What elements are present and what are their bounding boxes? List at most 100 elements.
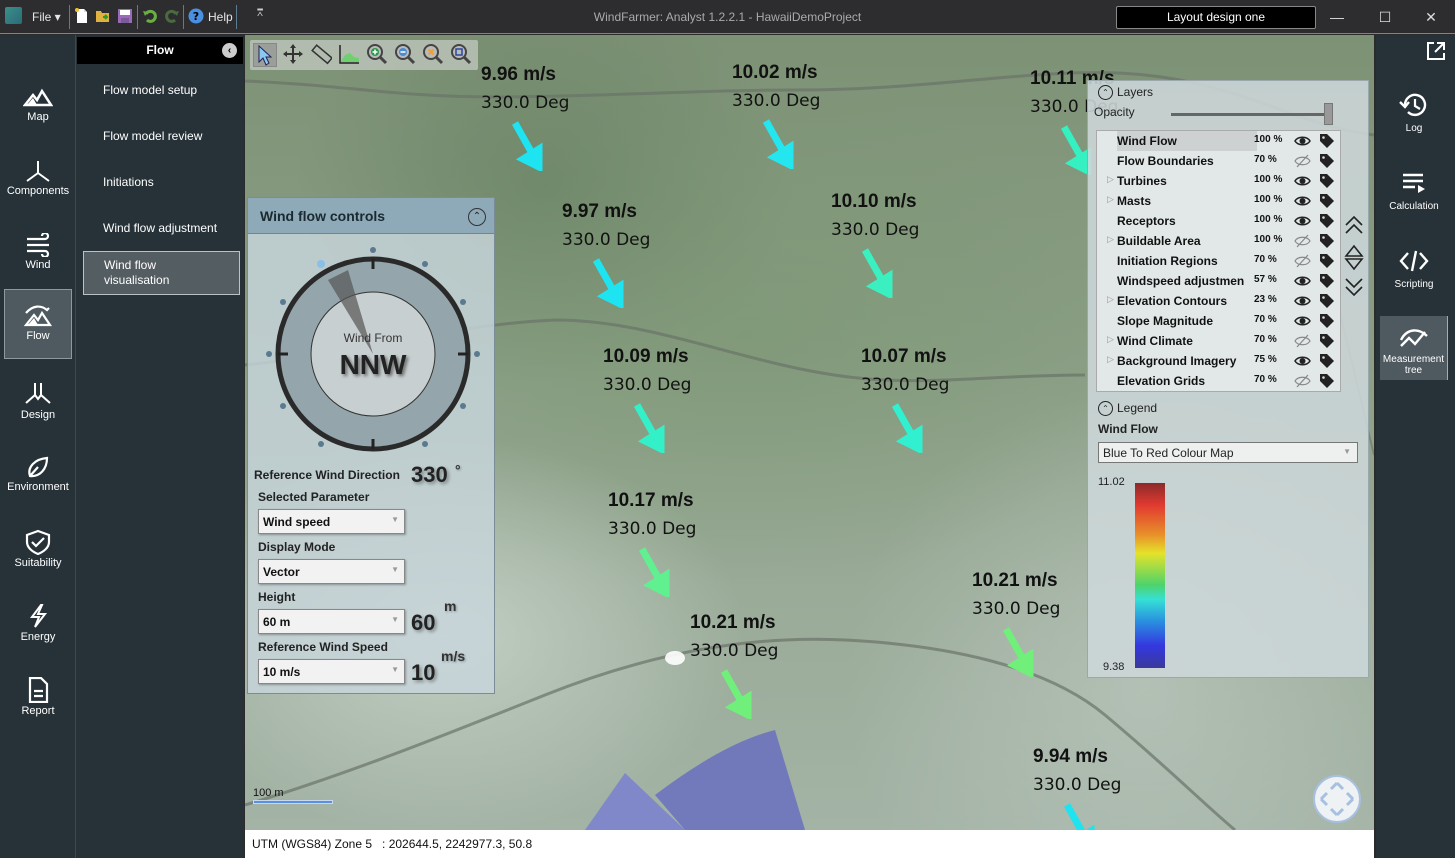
flow-item-model-review[interactable]: Flow model review — [83, 121, 240, 152]
layer-opacity[interactable]: 100 % — [1254, 134, 1286, 145]
layer-row[interactable]: ▷ Buildable Area 100 % — [1097, 231, 1340, 251]
layer-opacity[interactable]: 70 % — [1254, 314, 1286, 325]
layer-opacity[interactable]: 70 % — [1254, 334, 1286, 345]
wind-direction-compass[interactable]: Wind From NNW — [266, 240, 480, 454]
profile-tool[interactable] — [337, 43, 361, 67]
layer-row[interactable]: ▷ Wind Climate 70 % — [1097, 331, 1340, 351]
zoom-out-tool[interactable] — [393, 43, 417, 67]
layer-row[interactable]: ▷ Masts 100 % — [1097, 191, 1340, 211]
eye-icon[interactable] — [1294, 134, 1311, 148]
nav-map[interactable]: Map — [4, 77, 72, 147]
eye-icon[interactable] — [1294, 314, 1311, 328]
eye-icon[interactable] — [1294, 174, 1311, 188]
undo-icon[interactable] — [142, 8, 158, 24]
move-down-icon[interactable] — [1343, 255, 1365, 275]
file-menu[interactable]: File ▾ — [32, 10, 61, 24]
expand-icon[interactable]: ▷ — [1107, 334, 1114, 345]
customize-toolbar-icon[interactable]: ⩞ — [257, 8, 263, 19]
nav-suitability[interactable]: Suitability — [4, 521, 72, 591]
flow-item-initiations[interactable]: Initiations — [83, 167, 240, 198]
expand-icon[interactable]: ▷ — [1107, 194, 1114, 205]
layer-opacity[interactable]: 75 % — [1254, 354, 1286, 365]
collapse-legend-button[interactable]: ⌃ — [1098, 401, 1113, 417]
layer-opacity[interactable]: 100 % — [1254, 174, 1286, 185]
layer-opacity[interactable]: 100 % — [1254, 234, 1286, 245]
label-tag-icon[interactable] — [1319, 313, 1335, 329]
reference-wind-speed-dropdown[interactable]: 10 m/s ▼ — [258, 659, 405, 684]
opacity-slider-thumb[interactable] — [1324, 103, 1333, 125]
layer-opacity[interactable]: 57 % — [1254, 274, 1286, 285]
layer-opacity[interactable]: 70 % — [1254, 374, 1286, 385]
zoom-fit-tool[interactable] — [449, 43, 473, 67]
nav-wind[interactable]: Wind — [4, 225, 72, 295]
label-tag-icon[interactable] — [1319, 353, 1335, 369]
label-tag-icon[interactable] — [1319, 373, 1335, 389]
eye-icon[interactable] — [1294, 354, 1311, 368]
layer-opacity[interactable]: 70 % — [1254, 154, 1286, 165]
layer-row[interactable]: ▷ Background Imagery 75 % — [1097, 351, 1340, 371]
label-tag-icon[interactable] — [1319, 173, 1335, 189]
save-icon[interactable] — [117, 8, 133, 24]
select-tool[interactable] — [253, 43, 277, 67]
eye-off-icon[interactable] — [1294, 234, 1311, 248]
opacity-slider-track[interactable] — [1171, 113, 1329, 116]
eye-off-icon[interactable] — [1294, 334, 1311, 348]
expand-icon[interactable]: ▷ — [1107, 294, 1114, 305]
layer-row[interactable]: ▷ Turbines 100 % — [1097, 171, 1340, 191]
zoom-extent-tool[interactable] — [421, 43, 445, 67]
colour-map-dropdown[interactable]: Blue To Red Colour Map ▼ — [1098, 442, 1358, 463]
flow-item-wind-flow-adjustment[interactable]: Wind flow adjustment — [83, 213, 240, 244]
right-nav-scripting[interactable]: Scripting — [1380, 241, 1448, 290]
nav-environment[interactable]: Environment — [4, 447, 72, 517]
label-tag-icon[interactable] — [1319, 213, 1335, 229]
label-tag-icon[interactable] — [1319, 333, 1335, 349]
layer-row[interactable]: Initiation Regions 70 % — [1097, 251, 1340, 271]
label-tag-icon[interactable] — [1319, 133, 1335, 149]
move-to-top-icon[interactable] — [1343, 215, 1365, 235]
display-mode-dropdown[interactable]: Vector ▼ — [258, 559, 405, 584]
eye-off-icon[interactable] — [1294, 154, 1311, 168]
layer-row[interactable]: Windspeed adjustmen 57 % — [1097, 271, 1340, 291]
eye-off-icon[interactable] — [1294, 254, 1311, 268]
redo-icon[interactable] — [164, 8, 180, 24]
layout-selector[interactable]: Layout design one — [1116, 6, 1316, 29]
layer-row[interactable]: Slope Magnitude 70 % — [1097, 311, 1340, 331]
label-tag-icon[interactable] — [1319, 253, 1335, 269]
label-tag-icon[interactable] — [1319, 293, 1335, 309]
collapse-layers-button[interactable]: ⌃ — [1098, 85, 1113, 101]
layer-row[interactable]: Wind Flow 100 % — [1097, 131, 1340, 151]
right-nav-measurement-tree[interactable]: Measurement tree — [1380, 316, 1448, 380]
layer-opacity[interactable]: 100 % — [1254, 194, 1286, 205]
measure-tool[interactable] — [309, 43, 334, 67]
label-tag-icon[interactable] — [1319, 233, 1335, 249]
eye-icon[interactable] — [1294, 214, 1311, 228]
eye-off-icon[interactable] — [1294, 374, 1311, 388]
expand-icon[interactable]: ▷ — [1107, 234, 1114, 245]
layer-row[interactable]: Flow Boundaries 70 % — [1097, 151, 1340, 171]
nav-flow[interactable]: Flow — [4, 289, 72, 359]
direction-handle[interactable] — [317, 260, 325, 268]
move-to-bottom-icon[interactable] — [1343, 277, 1365, 297]
layer-row[interactable]: Elevation Grids 70 % — [1097, 371, 1340, 391]
layer-opacity[interactable]: 100 % — [1254, 214, 1286, 225]
flow-item-wind-flow-visualisation[interactable]: Wind flow visualisation — [83, 251, 240, 295]
right-nav-calculation[interactable]: Calculation — [1380, 163, 1448, 212]
label-tag-icon[interactable] — [1319, 153, 1335, 169]
height-dropdown[interactable]: 60 m ▼ — [258, 609, 405, 634]
expand-icon[interactable]: ▷ — [1107, 174, 1114, 185]
collapse-panel-button[interactable]: ‹ — [222, 43, 237, 58]
minimize-button[interactable]: — — [1322, 6, 1352, 28]
right-nav-log[interactable]: Log — [1380, 85, 1448, 134]
nav-report[interactable]: Report — [4, 669, 72, 739]
layer-opacity[interactable]: 70 % — [1254, 254, 1286, 265]
flow-item-model-setup[interactable]: Flow model setup — [83, 75, 240, 106]
new-file-icon[interactable] — [74, 8, 90, 24]
layer-row[interactable]: ▷ Elevation Contours 23 % — [1097, 291, 1340, 311]
expand-icon[interactable]: ▷ — [1107, 354, 1114, 365]
help-menu[interactable]: Help — [208, 10, 233, 24]
label-tag-icon[interactable] — [1319, 273, 1335, 289]
eye-icon[interactable] — [1294, 274, 1311, 288]
collapse-panel-button[interactable]: ⌃ — [468, 208, 486, 226]
close-button[interactable]: ✕ — [1416, 6, 1446, 28]
pan-tool[interactable] — [281, 43, 305, 67]
